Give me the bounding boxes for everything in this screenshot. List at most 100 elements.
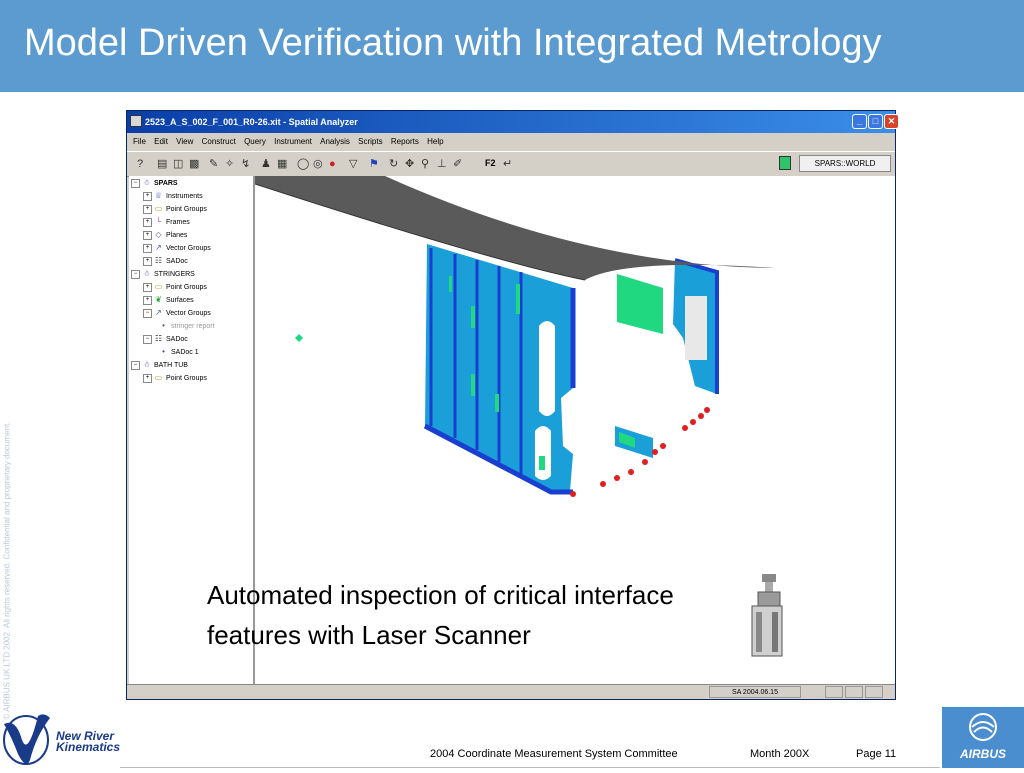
tree-item-label: Point Groups	[166, 284, 207, 291]
folder-icon: ▭	[154, 373, 163, 382]
new-document-icon[interactable]: ▤	[157, 158, 167, 170]
tree-item-frames[interactable]: + └ Frames	[143, 215, 190, 228]
tree-item-label: SPARS	[154, 180, 178, 187]
tree-item-label: BATH TUB	[154, 362, 188, 369]
tree-item-stringers[interactable]: − ☃ STRINGERS	[131, 267, 195, 280]
expand-icon[interactable]: +	[143, 217, 152, 227]
tree-item-vector-groups[interactable]: − ↗ Vector Groups	[143, 306, 211, 319]
slide-title: Model Driven Verification with Integrate…	[24, 22, 882, 64]
tree-item-label: SADoc 1	[171, 349, 199, 356]
help-icon[interactable]: ?	[137, 158, 143, 170]
tree-item-bath-tub[interactable]: − ☃ BATH TUB	[131, 358, 188, 371]
tree-item-sadoc[interactable]: + ☷ SADoc	[143, 254, 188, 267]
pan-icon[interactable]: ✥	[405, 158, 414, 170]
copyright-notice: © AIRBUS UK LTD 2002. All rights reserve…	[2, 421, 12, 720]
expand-icon[interactable]: +	[143, 191, 152, 201]
status-indicator[interactable]	[779, 156, 791, 170]
tree-item-label: Frames	[166, 219, 190, 226]
footer-conference: 2004 Coordinate Measurement System Commi…	[430, 748, 678, 760]
menu-reports[interactable]: Reports	[391, 137, 419, 146]
minimize-button[interactable]: _	[852, 114, 867, 129]
menu-analysis[interactable]: Analysis	[320, 137, 350, 146]
window-title-bar[interactable]: 2523_A_S_002_F_001_R0-26.xit - Spatial A…	[127, 111, 899, 133]
document-icon: ☷	[154, 334, 163, 343]
app-icon	[130, 115, 142, 127]
maximize-button[interactable]: □	[868, 114, 883, 129]
airbus-wordmark: AIRBUS	[959, 747, 1006, 761]
collapse-icon[interactable]: −	[131, 360, 140, 370]
tree-item-sadoc[interactable]: − ☷ SADoc	[143, 332, 188, 345]
expand-icon[interactable]: +	[143, 295, 152, 305]
expand-icon[interactable]: +	[143, 256, 152, 266]
slide-title-bar: Model Driven Verification with Integrate…	[0, 0, 1024, 92]
vector-icon: ↗	[155, 308, 162, 317]
expand-icon[interactable]: +	[143, 204, 152, 214]
cylinder-icon[interactable]: ◯	[297, 158, 309, 170]
nrk-line2: Kinematics	[56, 740, 121, 754]
collapse-icon[interactable]: −	[143, 334, 152, 344]
measure-icon[interactable]: ✎	[209, 158, 218, 170]
collapse-icon[interactable]: −	[131, 269, 140, 279]
menu-scripts[interactable]: Scripts	[358, 137, 382, 146]
expand-icon[interactable]: +	[143, 282, 152, 292]
slide-caption: Automated inspection of critical interfa…	[207, 580, 674, 650]
red-cylinder-icon[interactable]: ●	[329, 158, 336, 170]
menu-construct[interactable]: Construct	[202, 137, 236, 146]
menu-view[interactable]: View	[176, 137, 193, 146]
expand-icon[interactable]: +	[143, 243, 152, 253]
menu-help[interactable]: Help	[427, 137, 443, 146]
right-panel-recess	[685, 296, 707, 360]
arrow-tool-icon[interactable]: ↯	[241, 158, 250, 170]
tree-item-vector-groups[interactable]: + ↗ Vector Groups	[143, 241, 211, 254]
cylinder-outline-icon[interactable]: ◎	[313, 158, 323, 170]
tree-item-planes[interactable]: + ◇ Planes	[143, 228, 187, 241]
tree-item-label: Planes	[166, 232, 188, 239]
f2-button[interactable]: F2	[485, 158, 496, 168]
close-button[interactable]: ✕	[884, 114, 899, 129]
tree-item-point-groups[interactable]: + ▭ Point Groups	[143, 371, 207, 384]
tree-item-surfaces[interactable]: + ❦ Surfaces	[143, 293, 194, 306]
version-status: SA 2004.06.15	[709, 686, 801, 698]
tree-item-label: Point Groups	[166, 206, 207, 213]
tree-item-spars[interactable]: − ☃ SPARS	[131, 176, 178, 189]
flag-icon[interactable]: ⚑	[369, 158, 379, 170]
nrk-name: New River Kinematics	[56, 730, 121, 754]
zoom-icon[interactable]: ⚲	[421, 158, 429, 170]
working-frame-field[interactable]: SPARS::WORLD	[799, 155, 891, 172]
tree-item-label: STRINGERS	[154, 271, 195, 278]
rotate-icon[interactable]: ↻	[389, 158, 398, 170]
menu-query[interactable]: Query	[244, 137, 266, 146]
expand-icon[interactable]: +	[143, 373, 152, 383]
green-marker	[295, 334, 303, 342]
save-icon[interactable]: ▩	[189, 158, 199, 170]
filter-icon[interactable]: ▽	[349, 158, 357, 170]
status-cell-2	[845, 686, 863, 698]
tree-item-label: stringer report	[171, 323, 215, 330]
window-title: 2523_A_S_002_F_001_R0-26.xit - Spatial A…	[145, 117, 358, 127]
collapse-icon[interactable]: −	[143, 308, 152, 318]
footer-date: Month 200X	[750, 748, 810, 760]
tree-item-label: Surfaces	[166, 297, 194, 304]
person-icon[interactable]: ♟	[261, 158, 271, 170]
perpendicular-icon[interactable]: ⊥	[437, 158, 447, 170]
enter-icon[interactable]: ↵	[503, 158, 512, 170]
pencil-icon[interactable]: ✐	[453, 158, 462, 170]
tree-item-point-groups[interactable]: + ▭ Point Groups	[143, 280, 207, 293]
tree-item-stringer-report[interactable]: • stringer report	[159, 319, 215, 332]
tree-item-label: Instruments	[166, 193, 203, 200]
layers-icon[interactable]: ▦	[277, 158, 287, 170]
collapse-icon[interactable]: −	[131, 178, 140, 188]
tree-item-sadoc-1[interactable]: • SADoc 1	[159, 345, 199, 358]
tree-item-point-groups[interactable]: + ▭ Point Groups	[143, 202, 207, 215]
menu-instrument[interactable]: Instrument	[274, 137, 312, 146]
tree-item-instruments[interactable]: + ♕ Instruments	[143, 189, 203, 202]
open-icon[interactable]: ◫	[173, 158, 183, 170]
airbus-logo: AIRBUS	[942, 707, 1024, 768]
upper-skin-surface	[255, 176, 775, 280]
expand-icon[interactable]: +	[143, 230, 152, 240]
probe-icon[interactable]: ✧	[225, 158, 234, 170]
tree-item-label: Vector Groups	[166, 310, 211, 317]
tree-item-label: Vector Groups	[166, 245, 211, 252]
menu-edit[interactable]: Edit	[154, 137, 168, 146]
menu-file[interactable]: File	[133, 137, 146, 146]
